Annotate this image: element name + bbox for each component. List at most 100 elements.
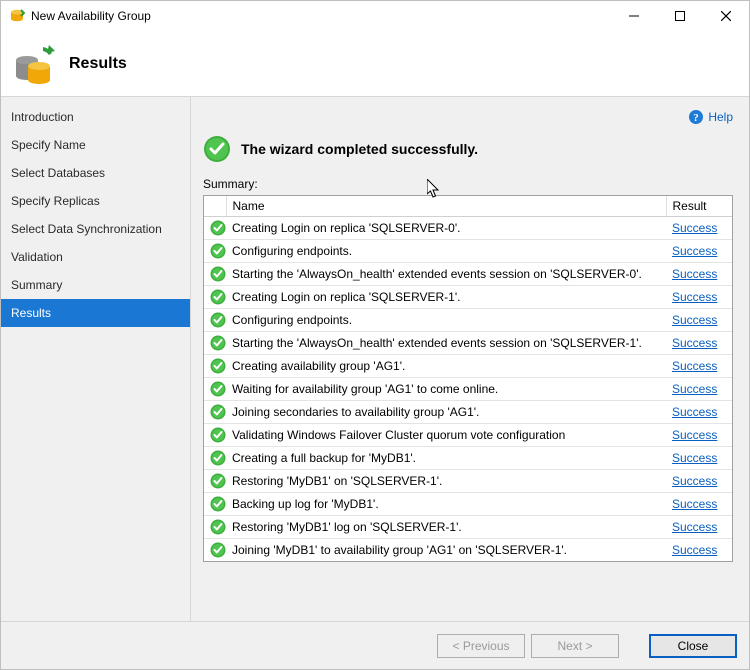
row-success-icon <box>204 217 226 240</box>
row-success-icon <box>204 332 226 355</box>
wizard-nav: Introduction Specify Name Select Databases… <box>1 97 191 621</box>
row-step-name: Creating a full backup for 'MyDB1'. <box>226 447 666 470</box>
row-step-name: Joining 'MyDB1' to availability group 'A… <box>226 539 666 562</box>
table-row[interactable]: Waiting for availability group 'AG1' to … <box>204 378 732 401</box>
row-success-icon <box>204 493 226 516</box>
row-result-link[interactable]: Success <box>672 290 717 304</box>
header-band: Results <box>1 31 749 97</box>
table-row[interactable]: Configuring endpoints. Success <box>204 240 732 263</box>
row-step-name: Waiting for availability group 'AG1' to … <box>226 378 666 401</box>
sidebar-item-select-data-synchronization[interactable]: Select Data Synchronization <box>1 215 190 243</box>
sidebar-item-summary[interactable]: Summary <box>1 271 190 299</box>
table-row[interactable]: Creating a full backup for 'MyDB1'. Succe… <box>204 447 732 470</box>
sidebar-item-introduction[interactable]: Introduction <box>1 103 190 131</box>
row-result-link[interactable]: Success <box>672 382 717 396</box>
table-row[interactable]: Starting the 'AlwaysOn_health' extended … <box>204 332 732 355</box>
table-row[interactable]: Joining 'MyDB1' to availability group 'A… <box>204 539 732 562</box>
sidebar-item-specify-replicas[interactable]: Specify Replicas <box>1 187 190 215</box>
row-result-link[interactable]: Success <box>672 474 717 488</box>
svg-text:?: ? <box>694 112 700 124</box>
row-success-icon <box>204 447 226 470</box>
row-result-link[interactable]: Success <box>672 221 717 235</box>
table-row[interactable]: Restoring 'MyDB1' log on 'SQLSERVER-1'. S… <box>204 516 732 539</box>
row-result-link[interactable]: Success <box>672 428 717 442</box>
minimize-button[interactable] <box>611 1 657 31</box>
row-result-link[interactable]: Success <box>672 520 717 534</box>
row-success-icon <box>204 424 226 447</box>
col-header-icon[interactable] <box>204 196 226 217</box>
row-success-icon <box>204 355 226 378</box>
row-success-icon <box>204 309 226 332</box>
table-row[interactable]: Creating Login on replica 'SQLSERVER-0'.… <box>204 217 732 240</box>
table-row[interactable]: Restoring 'MyDB1' on 'SQLSERVER-1'. Succe… <box>204 470 732 493</box>
row-step-name: Starting the 'AlwaysOn_health' extended … <box>226 332 666 355</box>
row-step-name: Creating Login on replica 'SQLSERVER-0'. <box>226 217 666 240</box>
table-row[interactable]: Creating Login on replica 'SQLSERVER-1'.… <box>204 286 732 309</box>
row-step-name: Starting the 'AlwaysOn_health' extended … <box>226 263 666 286</box>
previous-button: < Previous <box>437 634 525 658</box>
table-row[interactable]: Joining secondaries to availability grou… <box>204 401 732 424</box>
completion-message: The wizard completed successfully. <box>241 141 478 157</box>
window-titlebar: New Availability Group <box>1 1 749 31</box>
sidebar-item-specify-name[interactable]: Specify Name <box>1 131 190 159</box>
content-area: Introduction Specify Name Select Databases… <box>1 97 749 621</box>
row-result-link[interactable]: Success <box>672 313 717 327</box>
row-success-icon <box>204 286 226 309</box>
row-result-link[interactable]: Success <box>672 451 717 465</box>
row-step-name: Restoring 'MyDB1' on 'SQLSERVER-1'. <box>226 470 666 493</box>
database-sync-icon <box>13 43 55 85</box>
row-step-name: Restoring 'MyDB1' log on 'SQLSERVER-1'. <box>226 516 666 539</box>
row-success-icon <box>204 240 226 263</box>
col-header-name[interactable]: Name <box>226 196 666 217</box>
row-success-icon <box>204 378 226 401</box>
row-step-name: Validating Windows Failover Cluster quor… <box>226 424 666 447</box>
row-result-link[interactable]: Success <box>672 405 717 419</box>
main-panel: ? Help The wizard completed successfully… <box>191 97 749 621</box>
row-step-name: Creating Login on replica 'SQLSERVER-1'. <box>226 286 666 309</box>
app-icon <box>9 8 25 24</box>
row-step-name: Configuring endpoints. <box>226 309 666 332</box>
row-result-link[interactable]: Success <box>672 497 717 511</box>
completion-banner: The wizard completed successfully. <box>203 135 733 163</box>
row-step-name: Backing up log for 'MyDB1'. <box>226 493 666 516</box>
row-step-name: Configuring endpoints. <box>226 240 666 263</box>
sidebar-item-label: Introduction <box>11 110 74 124</box>
sidebar-item-label: Specify Replicas <box>11 194 100 208</box>
sidebar-item-validation[interactable]: Validation <box>1 243 190 271</box>
row-result-link[interactable]: Success <box>672 336 717 350</box>
sidebar-item-label: Validation <box>11 250 63 264</box>
sidebar-item-label: Specify Name <box>11 138 86 152</box>
table-row[interactable]: Creating availability group 'AG1'. Succes… <box>204 355 732 378</box>
row-success-icon <box>204 539 226 562</box>
table-row[interactable]: Configuring endpoints. Success <box>204 309 732 332</box>
table-row[interactable]: Validating Windows Failover Cluster quor… <box>204 424 732 447</box>
row-success-icon <box>204 470 226 493</box>
row-result-link[interactable]: Success <box>672 543 717 557</box>
page-title: Results <box>69 55 127 73</box>
summary-label: Summary: <box>203 177 733 191</box>
row-step-name: Creating availability group 'AG1'. <box>226 355 666 378</box>
row-success-icon <box>204 516 226 539</box>
sidebar-item-label: Results <box>11 306 51 320</box>
window-title: New Availability Group <box>31 9 611 23</box>
sidebar-item-label: Summary <box>11 278 62 292</box>
row-result-link[interactable]: Success <box>672 359 717 373</box>
help-link[interactable]: Help <box>708 110 733 124</box>
wizard-footer: < Previous Next > Close <box>1 621 749 669</box>
sidebar-item-results[interactable]: Results <box>1 299 190 327</box>
close-wizard-button[interactable]: Close <box>649 634 737 658</box>
sidebar-item-label: Select Data Synchronization <box>11 222 162 236</box>
table-row[interactable]: Backing up log for 'MyDB1'. Success <box>204 493 732 516</box>
row-result-link[interactable]: Success <box>672 244 717 258</box>
sidebar-item-label: Select Databases <box>11 166 105 180</box>
help-icon[interactable]: ? <box>688 109 704 125</box>
close-button[interactable] <box>703 1 749 31</box>
sidebar-item-select-databases[interactable]: Select Databases <box>1 159 190 187</box>
success-check-icon <box>203 135 231 163</box>
row-step-name: Joining secondaries to availability grou… <box>226 401 666 424</box>
col-header-result[interactable]: Result <box>666 196 732 217</box>
maximize-button[interactable] <box>657 1 703 31</box>
row-result-link[interactable]: Success <box>672 267 717 281</box>
next-button: Next > <box>531 634 619 658</box>
table-row[interactable]: Starting the 'AlwaysOn_health' extended … <box>204 263 732 286</box>
